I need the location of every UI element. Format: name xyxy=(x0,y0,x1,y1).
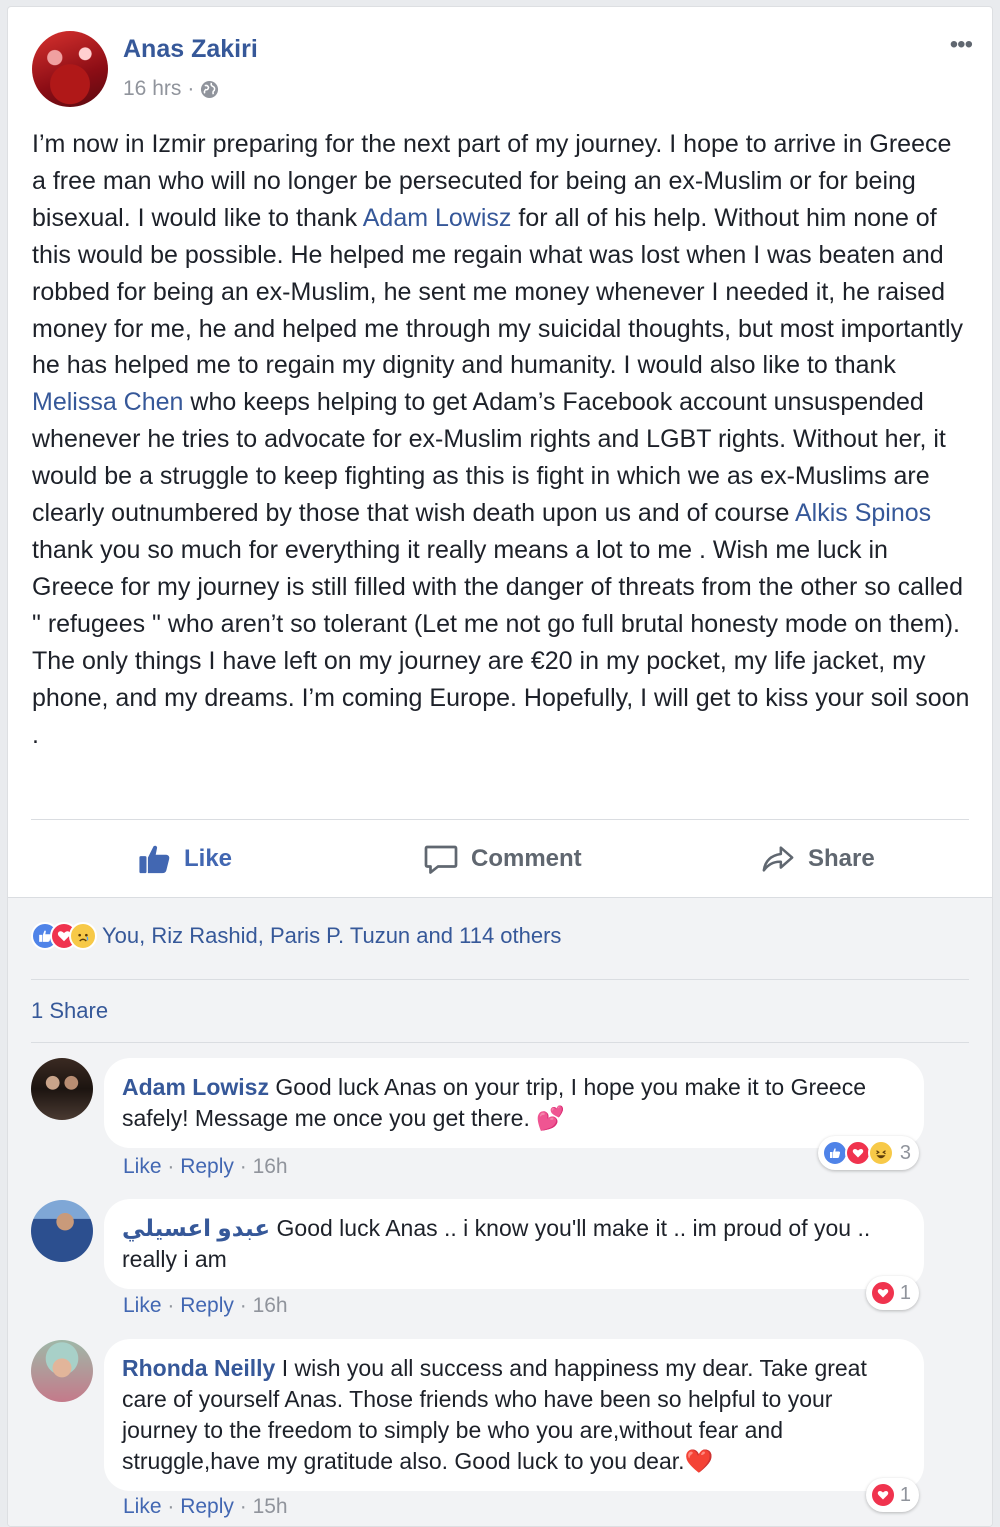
comment-reactions[interactable]: 3 xyxy=(817,1136,919,1170)
meta-separator: · xyxy=(187,77,195,100)
share-button[interactable]: Share xyxy=(760,839,875,879)
divider xyxy=(31,1042,969,1043)
post-text-segment: thank you so much for everything it real… xyxy=(32,535,970,749)
comment-icon xyxy=(424,845,458,874)
post-card: Anas Zakiri 16 hrs · ••• I’m now in Izmi… xyxy=(7,6,993,1527)
mention-link[interactable]: Alkis Spinos xyxy=(795,499,931,527)
comment-timestamp[interactable]: 16h xyxy=(253,1155,288,1178)
comment-author[interactable]: Adam Lowisz xyxy=(122,1074,269,1100)
reaction-count: 1 xyxy=(899,1281,911,1304)
comment-like-link[interactable]: Like xyxy=(123,1294,162,1317)
like-label: Like xyxy=(184,845,233,872)
comment-bubble: عبدو اعسيلي Good luck Anas .. i know you… xyxy=(104,1199,924,1289)
comment-author[interactable]: Rhonda Neilly xyxy=(122,1355,275,1381)
avatar[interactable] xyxy=(31,1058,93,1120)
thumbs-up-icon xyxy=(139,845,170,874)
more-options-icon[interactable]: ••• xyxy=(950,33,973,57)
reactions-summary[interactable]: You, Riz Rashid, Paris P. Tuzun and 114 … xyxy=(31,922,561,950)
feedback-section: You, Riz Rashid, Paris P. Tuzun and 114 … xyxy=(8,897,992,1526)
love-icon xyxy=(869,1280,896,1306)
comment-reply-link[interactable]: Reply xyxy=(180,1155,234,1178)
like-button[interactable]: Like xyxy=(138,839,232,879)
reaction-count: 3 xyxy=(899,1141,911,1164)
comment-timestamp[interactable]: 15h xyxy=(253,1495,288,1518)
mention-link[interactable]: Melissa Chen xyxy=(32,388,183,416)
post-timestamp[interactable]: 16 hrs xyxy=(123,77,181,101)
comment-bubble: Adam Lowisz Good luck Anas on your trip,… xyxy=(104,1058,924,1148)
avatar[interactable] xyxy=(31,1200,93,1262)
mention-link[interactable]: Adam Lowisz xyxy=(363,204,512,232)
comment-reply-link[interactable]: Reply xyxy=(180,1495,234,1518)
comment-actions: Like · Reply · 16h xyxy=(123,1155,288,1178)
post-author-name[interactable]: Anas Zakiri xyxy=(123,35,258,64)
comment-label: Comment xyxy=(471,845,582,872)
comment-actions: Like · Reply · 15h xyxy=(123,1495,288,1518)
post-meta: 16 hrs · xyxy=(123,77,219,101)
author-avatar[interactable] xyxy=(32,31,108,107)
love-icon xyxy=(844,1140,871,1166)
love-icon xyxy=(869,1482,896,1508)
comment-like-link[interactable]: Like xyxy=(123,1495,162,1518)
comment-bubble: Rhonda Neilly I wish you all success and… xyxy=(104,1339,924,1491)
avatar[interactable] xyxy=(31,1340,93,1402)
sad-icon xyxy=(69,922,97,950)
comment-reactions[interactable]: 1 xyxy=(865,1478,919,1512)
comment-actions: Like · Reply · 16h xyxy=(123,1294,288,1317)
comment-author[interactable]: عبدو اعسيلي xyxy=(122,1215,270,1241)
comment-button[interactable]: Comment xyxy=(423,839,582,879)
shares-count-link[interactable]: 1 Share xyxy=(31,998,108,1024)
globe-icon[interactable] xyxy=(200,80,219,99)
comment-reactions[interactable]: 1 xyxy=(865,1276,919,1310)
reaction-count: 1 xyxy=(899,1483,911,1506)
post-body: I’m now in Izmir preparing for the next … xyxy=(32,126,972,753)
comment-like-link[interactable]: Like xyxy=(123,1155,162,1178)
share-label: Share xyxy=(808,845,875,872)
like-icon xyxy=(821,1140,848,1166)
divider xyxy=(31,979,969,980)
haha-icon xyxy=(867,1140,894,1166)
share-arrow-icon xyxy=(762,846,794,872)
comment-timestamp[interactable]: 16h xyxy=(253,1294,288,1317)
reactions-summary-text: You, Riz Rashid, Paris P. Tuzun and 114 … xyxy=(102,923,562,948)
comment-reply-link[interactable]: Reply xyxy=(180,1294,234,1317)
divider xyxy=(31,819,969,820)
